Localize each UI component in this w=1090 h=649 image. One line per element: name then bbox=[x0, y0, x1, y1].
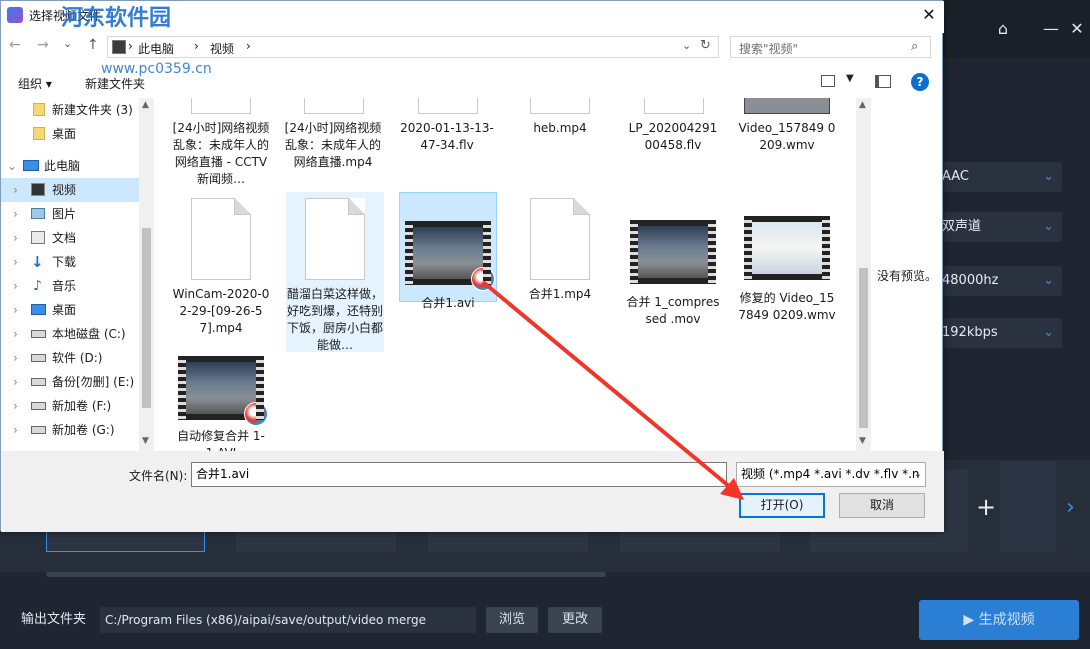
annotation-arrow bbox=[481, 280, 744, 500]
